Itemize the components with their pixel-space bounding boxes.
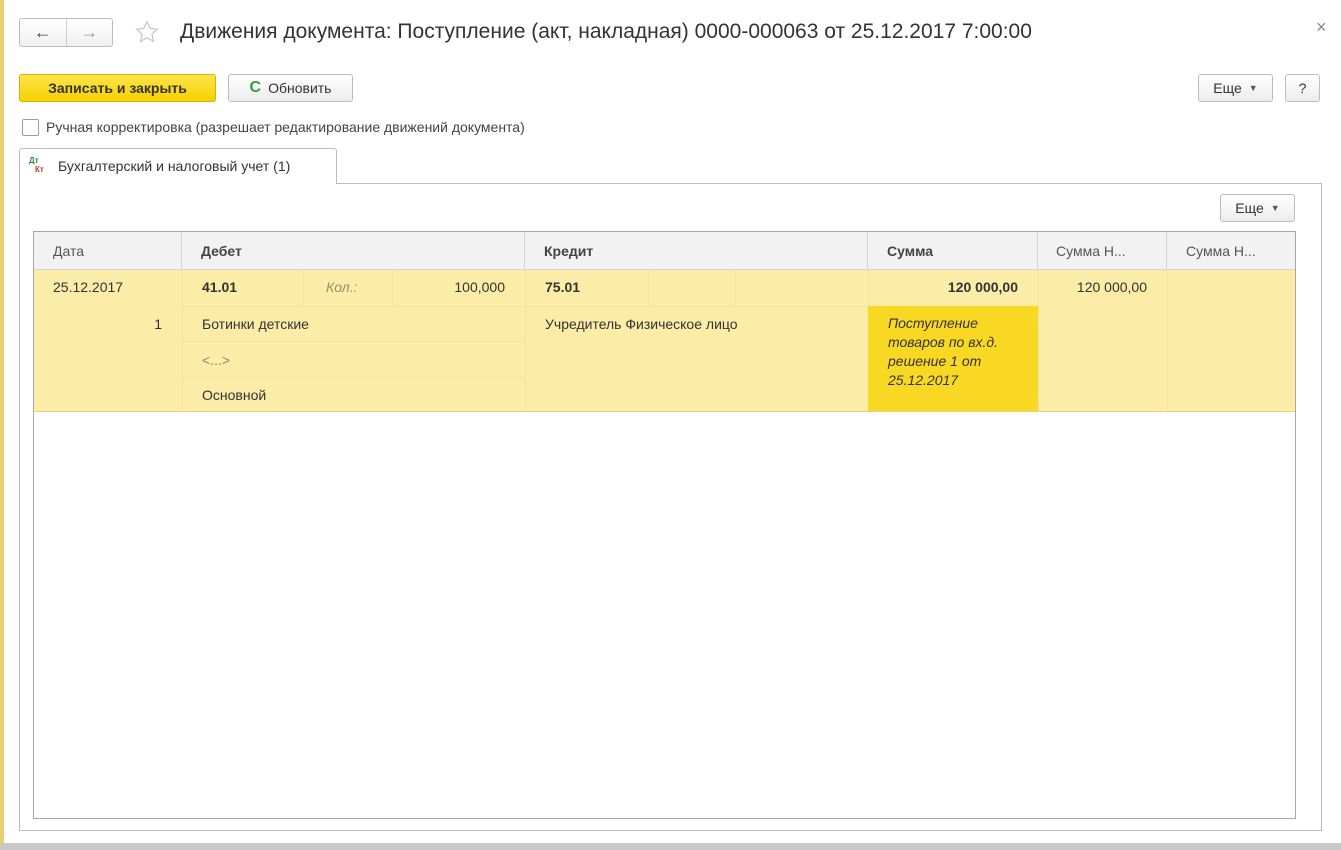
row-content-cell[interactable]: Поступление товаров по вх.д. решение 1 о… (868, 306, 1038, 411)
manual-correction-label: Ручная корректировка (разрешает редактир… (46, 119, 525, 135)
postings-table[interactable]: Дата Дебет Кредит Сумма Сумма Н... Сумма… (33, 231, 1296, 819)
window-left-border (0, 0, 4, 850)
column-header-sum-nu[interactable]: Сумма Н... (1038, 232, 1167, 270)
tab-accounting-label: Бухгалтерский и налоговый учет (1) (58, 158, 291, 174)
window-bottom-border (0, 843, 1341, 850)
navigation-buttons: ← → (19, 18, 113, 47)
arrow-left-icon: ← (33, 22, 52, 42)
refresh-label: Обновить (268, 80, 332, 96)
row-content-line-3: решение 1 от (888, 353, 982, 369)
favorite-star-icon[interactable] (132, 17, 162, 47)
column-header-date[interactable]: Дата (34, 232, 182, 270)
save-and-close-button[interactable]: Записать и закрыть (19, 74, 216, 102)
more-label: Еще (1213, 80, 1242, 96)
more-menu-button[interactable]: Еще ▼ (1198, 74, 1273, 102)
debit-subconto-1[interactable]: Ботинки детские (202, 316, 309, 332)
tab-accounting[interactable]: Дт Кт Бухгалтерский и налоговый учет (1) (19, 148, 337, 184)
save-and-close-label: Записать и закрыть (48, 80, 187, 96)
help-button[interactable]: ? (1285, 74, 1320, 102)
table-more-button[interactable]: Еще ▼ (1220, 194, 1295, 222)
help-label: ? (1298, 80, 1307, 96)
chevron-down-icon: ▼ (1270, 203, 1280, 213)
row-sum-nu[interactable]: 120 000,00 (1038, 279, 1147, 295)
manual-correction-checkbox[interactable] (22, 119, 39, 136)
debit-subconto-2[interactable]: <...> (202, 352, 230, 368)
arrow-right-icon: → (80, 22, 99, 42)
column-header-debit[interactable]: Дебет (182, 232, 525, 270)
row-content-line-4: 25.12.2017 (888, 372, 959, 388)
credit-subconto-1[interactable]: Учредитель Физическое лицо (545, 316, 738, 332)
refresh-icon: C (249, 79, 262, 96)
credit-account[interactable]: 75.01 (545, 279, 580, 295)
refresh-button[interactable]: C Обновить (228, 74, 353, 102)
quantity-label: Кол.: (326, 279, 358, 295)
table-more-label: Еще (1235, 200, 1264, 216)
back-button[interactable]: ← (20, 19, 67, 46)
dt-kt-icon: Дт Кт (29, 156, 44, 174)
column-header-sum[interactable]: Сумма (868, 232, 1038, 270)
chevron-down-icon: ▼ (1248, 83, 1258, 93)
row-number[interactable]: 1 (34, 316, 162, 332)
close-icon[interactable]: × (1316, 17, 1327, 38)
window-title: Движения документа: Поступление (акт, на… (180, 20, 1032, 43)
column-header-credit[interactable]: Кредит (525, 232, 868, 270)
column-header-sum-pr[interactable]: Сумма Н... (1167, 232, 1295, 270)
quantity-value[interactable]: 100,000 (392, 279, 505, 295)
row-content-line-2: товаров по вх.д. (888, 334, 999, 350)
row-content-line-1: Поступление (888, 315, 978, 331)
debit-account[interactable]: 41.01 (202, 279, 237, 295)
debit-subconto-3[interactable]: Основной (202, 387, 266, 403)
row-sum[interactable]: 120 000,00 (868, 279, 1018, 295)
forward-button[interactable]: → (67, 19, 113, 46)
row-date[interactable]: 25.12.2017 (53, 279, 123, 295)
